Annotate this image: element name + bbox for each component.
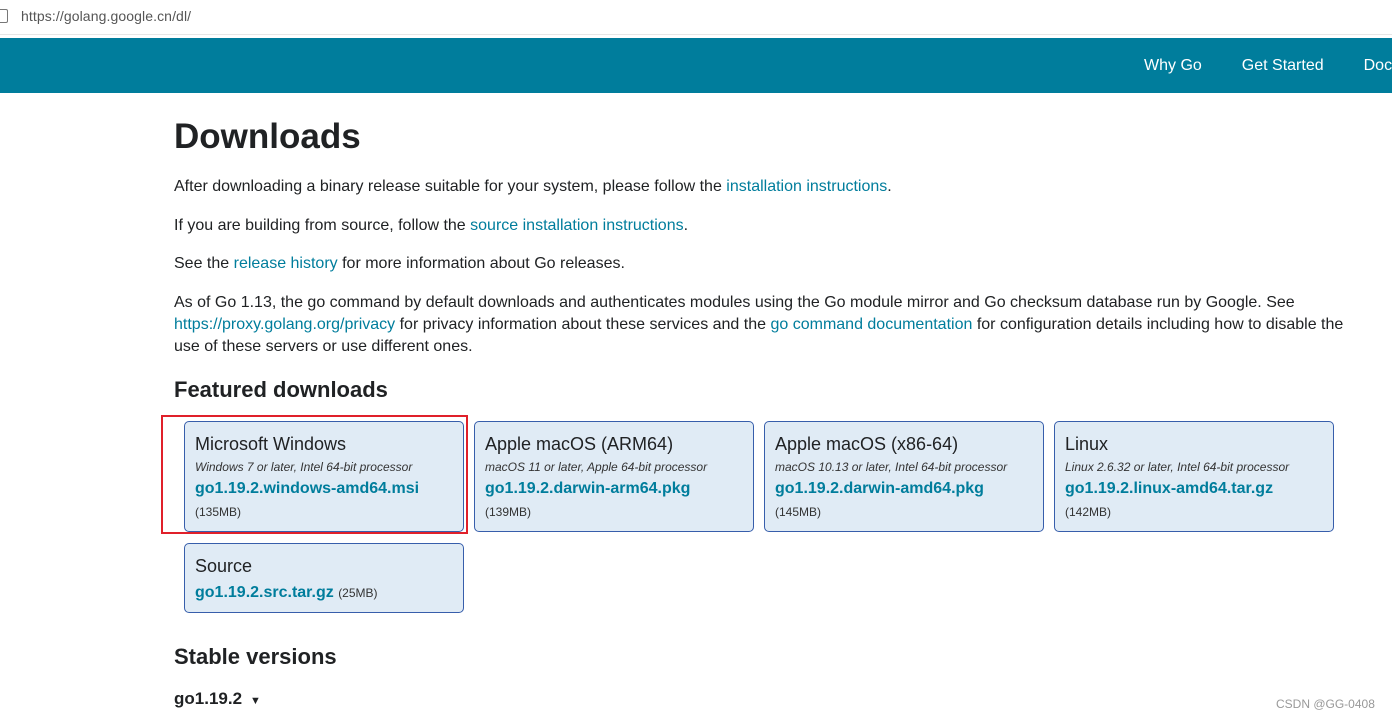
card-filename-link[interactable]: go1.19.2.darwin-amd64.pkg	[775, 480, 984, 498]
release-history-link[interactable]: release history	[234, 255, 338, 272]
history-text-end: for more information about Go releases.	[337, 255, 625, 272]
card-os-name: Linux	[1065, 434, 1109, 454]
source-text-end: .	[683, 217, 689, 234]
card-os-name: Apple macOS (x86-64)	[775, 434, 959, 454]
card-filename-row: go1.19.2.src.tar.gz (25MB)	[195, 584, 378, 602]
nav-docs[interactable]: Docs	[1364, 38, 1392, 93]
go-command-docs-link[interactable]: go command documentation	[770, 316, 972, 333]
mirror-text: As of Go 1.13, the go command by default…	[174, 294, 1295, 311]
card-file-size: (25MB)	[338, 586, 378, 600]
history-paragraph: See the release history for more informa…	[174, 253, 1344, 275]
site-header: Why Go Get Started Docs	[0, 38, 1392, 93]
card-requirements: macOS 10.13 or later, Intel 64-bit proce…	[775, 460, 1008, 474]
intro-paragraph: After downloading a binary release suita…	[174, 176, 1344, 198]
card-file-size: (145MB)	[775, 505, 822, 519]
top-nav: Why Go Get Started Docs	[1144, 38, 1392, 93]
download-card-source[interactable]: Source go1.19.2.src.tar.gz (25MB)	[184, 543, 464, 613]
version-toggle[interactable]: go1.19.2 ▼	[174, 689, 261, 709]
installation-instructions-link[interactable]: installation instructions	[726, 178, 887, 195]
intro-text: After downloading a binary release suita…	[174, 178, 727, 195]
mirror-text-mid: for privacy information about these serv…	[395, 316, 771, 333]
download-card-macos-x86[interactable]: Apple macOS (x86-64) macOS 10.13 or late…	[764, 421, 1044, 532]
watermark: CSDN @GG-0408	[1276, 697, 1375, 711]
address-bar[interactable]: https://golang.google.cn/dl/	[0, 0, 1392, 35]
nav-get-started[interactable]: Get Started	[1242, 38, 1324, 93]
stable-versions-heading: Stable versions	[174, 644, 337, 669]
source-text: If you are building from source, follow …	[174, 217, 471, 234]
download-card-macos-arm64[interactable]: Apple macOS (ARM64) macOS 11 or later, A…	[474, 421, 754, 532]
card-file-size: (142MB)	[1065, 505, 1112, 519]
url-text[interactable]: https://golang.google.cn/dl/	[21, 8, 191, 24]
source-installation-link[interactable]: source installation instructions	[470, 217, 683, 234]
history-text: See the	[174, 255, 234, 272]
download-card-linux[interactable]: Linux Linux 2.6.32 or later, Intel 64-bi…	[1054, 421, 1334, 532]
card-filename-link[interactable]: go1.19.2.darwin-arm64.pkg	[485, 480, 690, 498]
card-file-size: (139MB)	[485, 505, 532, 519]
proxy-privacy-link[interactable]: https://proxy.golang.org/privacy	[174, 316, 395, 333]
card-filename-link[interactable]: go1.19.2.src.tar.gz	[195, 584, 334, 601]
card-requirements: macOS 11 or later, Apple 64-bit processo…	[485, 460, 708, 474]
module-mirror-paragraph: As of Go 1.13, the go command by default…	[174, 292, 1344, 358]
highlight-box	[161, 415, 468, 534]
featured-downloads-heading: Featured downloads	[174, 377, 388, 402]
source-paragraph: If you are building from source, follow …	[174, 215, 1344, 237]
version-label: go1.19.2	[174, 689, 243, 708]
page-info-icon[interactable]	[0, 9, 8, 23]
card-os-name: Source	[195, 556, 253, 576]
card-filename-link[interactable]: go1.19.2.linux-amd64.tar.gz	[1065, 480, 1273, 498]
nav-why-go[interactable]: Why Go	[1144, 38, 1202, 93]
intro-text-end: .	[887, 178, 892, 195]
caret-down-icon: ▼	[250, 695, 261, 707]
card-os-name: Apple macOS (ARM64)	[485, 434, 674, 454]
card-requirements: Linux 2.6.32 or later, Intel 64-bit proc…	[1065, 460, 1290, 474]
page-title: Downloads	[174, 117, 361, 156]
